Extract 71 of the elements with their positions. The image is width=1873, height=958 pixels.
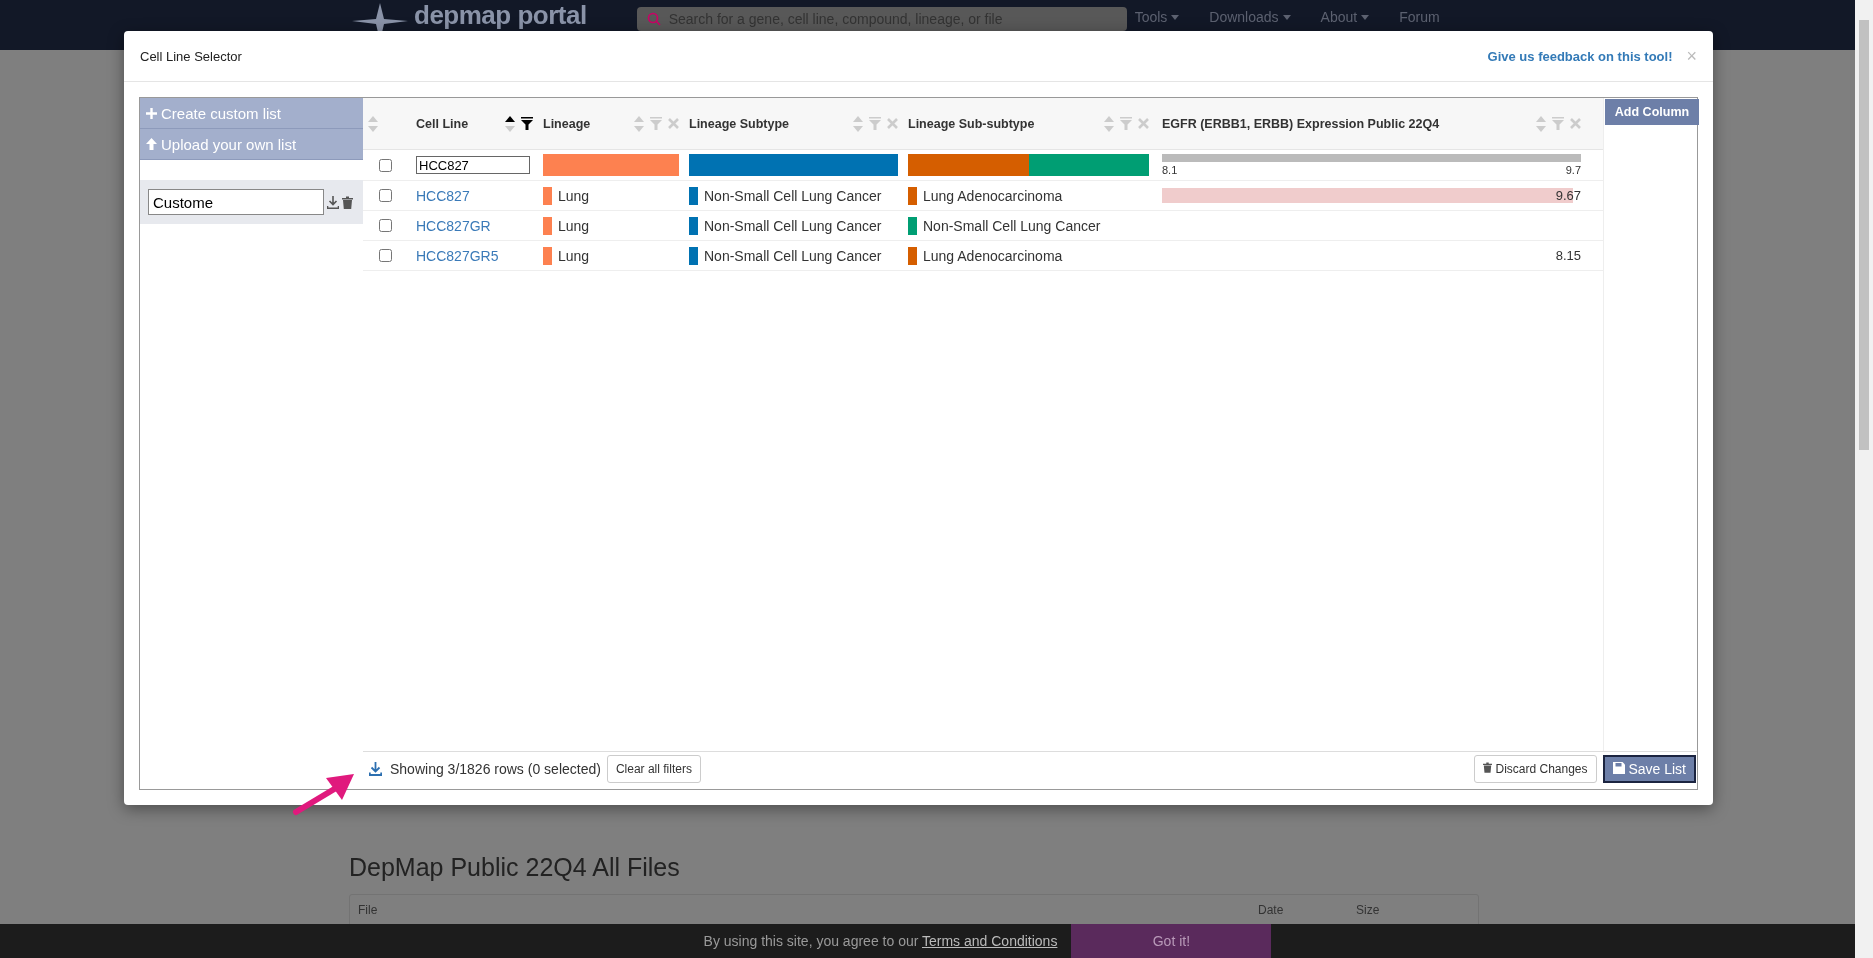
filter-icon[interactable]	[521, 117, 533, 130]
table-cell: Lung	[558, 247, 590, 264]
cell-line-link[interactable]: HCC827GR5	[416, 247, 499, 264]
close-icon[interactable]	[668, 118, 679, 129]
cell-line-link[interactable]: HCC827	[416, 187, 470, 204]
close-icon[interactable]	[1138, 118, 1149, 129]
table-cell: 8.15	[1555, 247, 1581, 264]
feedback-link[interactable]: Give us feedback on this tool!	[1487, 48, 1673, 64]
checkbox[interactable]	[378, 158, 392, 172]
nav-menu-item[interactable]: Downloads	[1209, 9, 1291, 25]
column-title: Lineage Subtype	[689, 116, 790, 131]
table-cell: 9.67	[1555, 187, 1581, 204]
column-title: EGFR (ERBB1, ERBB) Expression Public 22Q4	[1162, 116, 1440, 131]
sort-icon[interactable]	[505, 115, 515, 132]
cell-line-link[interactable]: HCC827GR	[416, 217, 491, 234]
row-count-status: Showing 3/1826 rows (0 selected)	[390, 761, 601, 777]
logo-text[interactable]: depmap portal	[414, 1, 587, 29]
category-filter-segment[interactable]	[689, 154, 898, 176]
table-cell: Lung	[558, 217, 590, 234]
discard-changes-button[interactable]: Discard Changes	[1474, 755, 1597, 783]
column-title: Cell Line	[416, 116, 469, 131]
table-cell: Non-Small Cell Lung Cancer	[704, 247, 882, 264]
nav-menu-item[interactable]: About	[1320, 9, 1370, 25]
column-title: Lineage Sub-subtype	[908, 116, 1035, 131]
accept-cookies-button[interactable]: Got it!	[1071, 924, 1272, 958]
column-title: Lineage	[543, 116, 591, 131]
nav-menu-item[interactable]: Forum	[1399, 9, 1440, 25]
save-icon	[1612, 762, 1625, 774]
checkbox[interactable]	[378, 249, 392, 262]
dialog-title: Cell Line Selector	[140, 48, 243, 64]
range-min: 8.1	[1162, 164, 1178, 176]
search-icon	[646, 12, 661, 26]
table-cell: Lung Adenocarcinoma	[923, 247, 1063, 264]
table-cell: Non-Small Cell Lung Cancer	[704, 187, 882, 204]
trash-icon[interactable]	[342, 195, 353, 209]
filter-field[interactable]: HCC827	[416, 156, 530, 174]
download-icon[interactable]	[369, 762, 382, 776]
section-title: DepMap Public 22Q4 All Files	[349, 853, 681, 882]
table-cell: Lung Adenocarcinoma	[923, 187, 1063, 204]
plus-icon	[146, 107, 157, 119]
nav-menu-item[interactable]: Tools	[1134, 9, 1180, 25]
column-header[interactable]: Lineage	[538, 98, 684, 149]
column-header: Size	[1356, 903, 1380, 919]
clear-filters-button[interactable]: Clear all filters	[606, 755, 701, 783]
terms-link[interactable]: Terms and Conditions	[922, 933, 1058, 949]
download-icon[interactable]	[327, 195, 339, 209]
checkbox[interactable]	[378, 189, 392, 202]
column-header[interactable]: Lineage Sub-subtype	[903, 98, 1154, 149]
column-header[interactable]: Lineage Subtype	[684, 98, 903, 149]
table-cell: Lung	[558, 187, 590, 204]
column-header[interactable]: Cell Line	[406, 98, 538, 149]
range-max: 9.7	[1565, 164, 1581, 176]
checkbox[interactable]	[378, 219, 392, 232]
close-icon[interactable]	[1570, 118, 1581, 129]
trash-icon	[1483, 762, 1493, 773]
category-filter-segment[interactable]	[1028, 154, 1149, 176]
table-cell: Non-Small Cell Lung Cancer	[923, 217, 1101, 234]
column-header: File	[358, 903, 379, 919]
cookie-notice: By using this site, you agree to our Terms and Conditions	[703, 933, 1058, 949]
add-column-button[interactable]: Add Column	[1605, 99, 1699, 125]
scrollbar[interactable]	[1855, 0, 1873, 958]
list-name-field[interactable]: Custome	[148, 189, 324, 215]
column-header[interactable]: EGFR (ERBB1, ERBB) Expression Public 22Q4	[1154, 98, 1603, 149]
category-filter-segment[interactable]	[908, 154, 1029, 176]
table-cell: Non-Small Cell Lung Cancer	[704, 217, 882, 234]
close-icon[interactable]	[887, 118, 898, 129]
category-filter-segment[interactable]	[543, 154, 679, 176]
save-list-button[interactable]: Save List	[1602, 755, 1696, 783]
column-header: Date	[1258, 903, 1285, 919]
up-arrow-icon	[146, 138, 157, 150]
range-slider[interactable]	[1162, 154, 1581, 162]
